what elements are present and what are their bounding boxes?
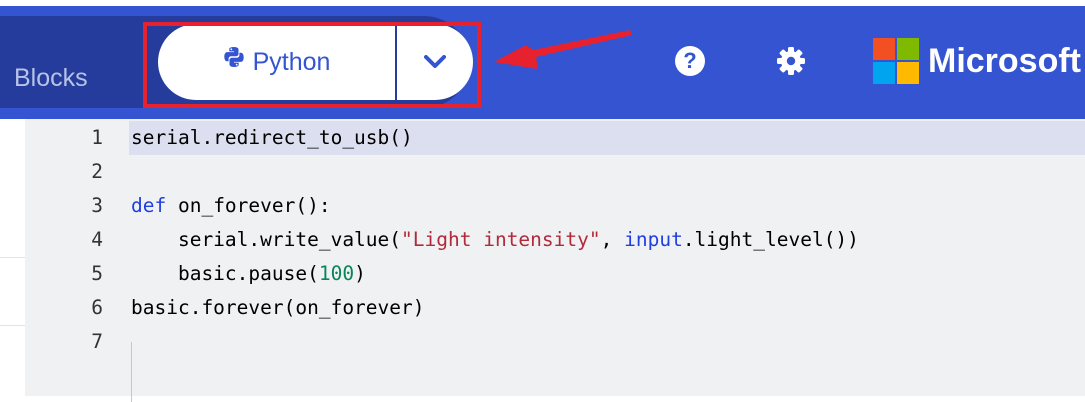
code-line[interactable]: 1 serial.redirect_to_usb(): [25, 121, 1085, 155]
line-number: 1: [91, 126, 103, 149]
help-button[interactable]: ?: [675, 46, 705, 76]
code-token-plain: serial.write_value(: [131, 228, 402, 251]
code-text: basic.forever(on_forever): [131, 291, 425, 325]
code-token-number: 100: [318, 262, 355, 285]
code-text: serial.write_value("Light intensity", in…: [131, 223, 859, 257]
gear-icon[interactable]: [775, 45, 807, 77]
line-number: 6: [91, 296, 103, 319]
line-number: 3: [91, 194, 103, 217]
microsoft-logo-icon: [873, 38, 919, 84]
code-line[interactable]: 4 serial.write_value("Light intensity", …: [25, 223, 1085, 257]
editor-header: Blocks Python ? Microsoft: [0, 0, 1085, 119]
code-token-keyword: def: [131, 194, 167, 217]
annotation-highlight-box: [143, 22, 481, 108]
code-text: basic.pause(100): [131, 257, 366, 291]
code-editor[interactable]: 1 serial.redirect_to_usb() 2 3 def on_foreve…: [25, 119, 1085, 402]
microsoft-brand-label: Microsoft: [928, 42, 1081, 80]
code-token-plain: ): [354, 262, 366, 285]
code-line[interactable]: 7: [25, 325, 1085, 359]
code-line[interactable]: 2: [25, 155, 1085, 189]
line-number: 7: [91, 330, 103, 353]
code-token-string: "Light intensity": [401, 228, 601, 251]
left-panel-edge: [0, 119, 25, 396]
line-number: 4: [91, 228, 103, 251]
code-token-plain: serial.redirect_to_usb(): [131, 126, 413, 149]
tab-blocks[interactable]: Blocks: [14, 56, 88, 100]
help-icon: ?: [683, 48, 697, 73]
code-token-plain: basic.forever(on_forever): [131, 296, 425, 319]
code-token-plain: on_forever():: [166, 194, 331, 217]
code-line[interactable]: 5 basic.pause(100): [25, 257, 1085, 291]
code-token-keyword: input: [624, 228, 683, 251]
line-number: 2: [91, 160, 103, 183]
code-text: def on_forever():: [131, 189, 331, 223]
line-number: 5: [91, 262, 103, 285]
code-token-plain: basic.pause(: [131, 262, 319, 285]
code-token-plain: ,: [600, 228, 625, 251]
code-line[interactable]: 3 def on_forever():: [25, 189, 1085, 223]
divider: [0, 257, 25, 258]
code-line[interactable]: 6 basic.forever(on_forever): [25, 291, 1085, 325]
code-text: serial.redirect_to_usb(): [131, 121, 413, 155]
divider: [0, 325, 25, 326]
code-token-plain: .light_level()): [682, 228, 859, 251]
annotation-arrow: [494, 30, 632, 69]
header-top-strip: [0, 0, 1085, 6]
